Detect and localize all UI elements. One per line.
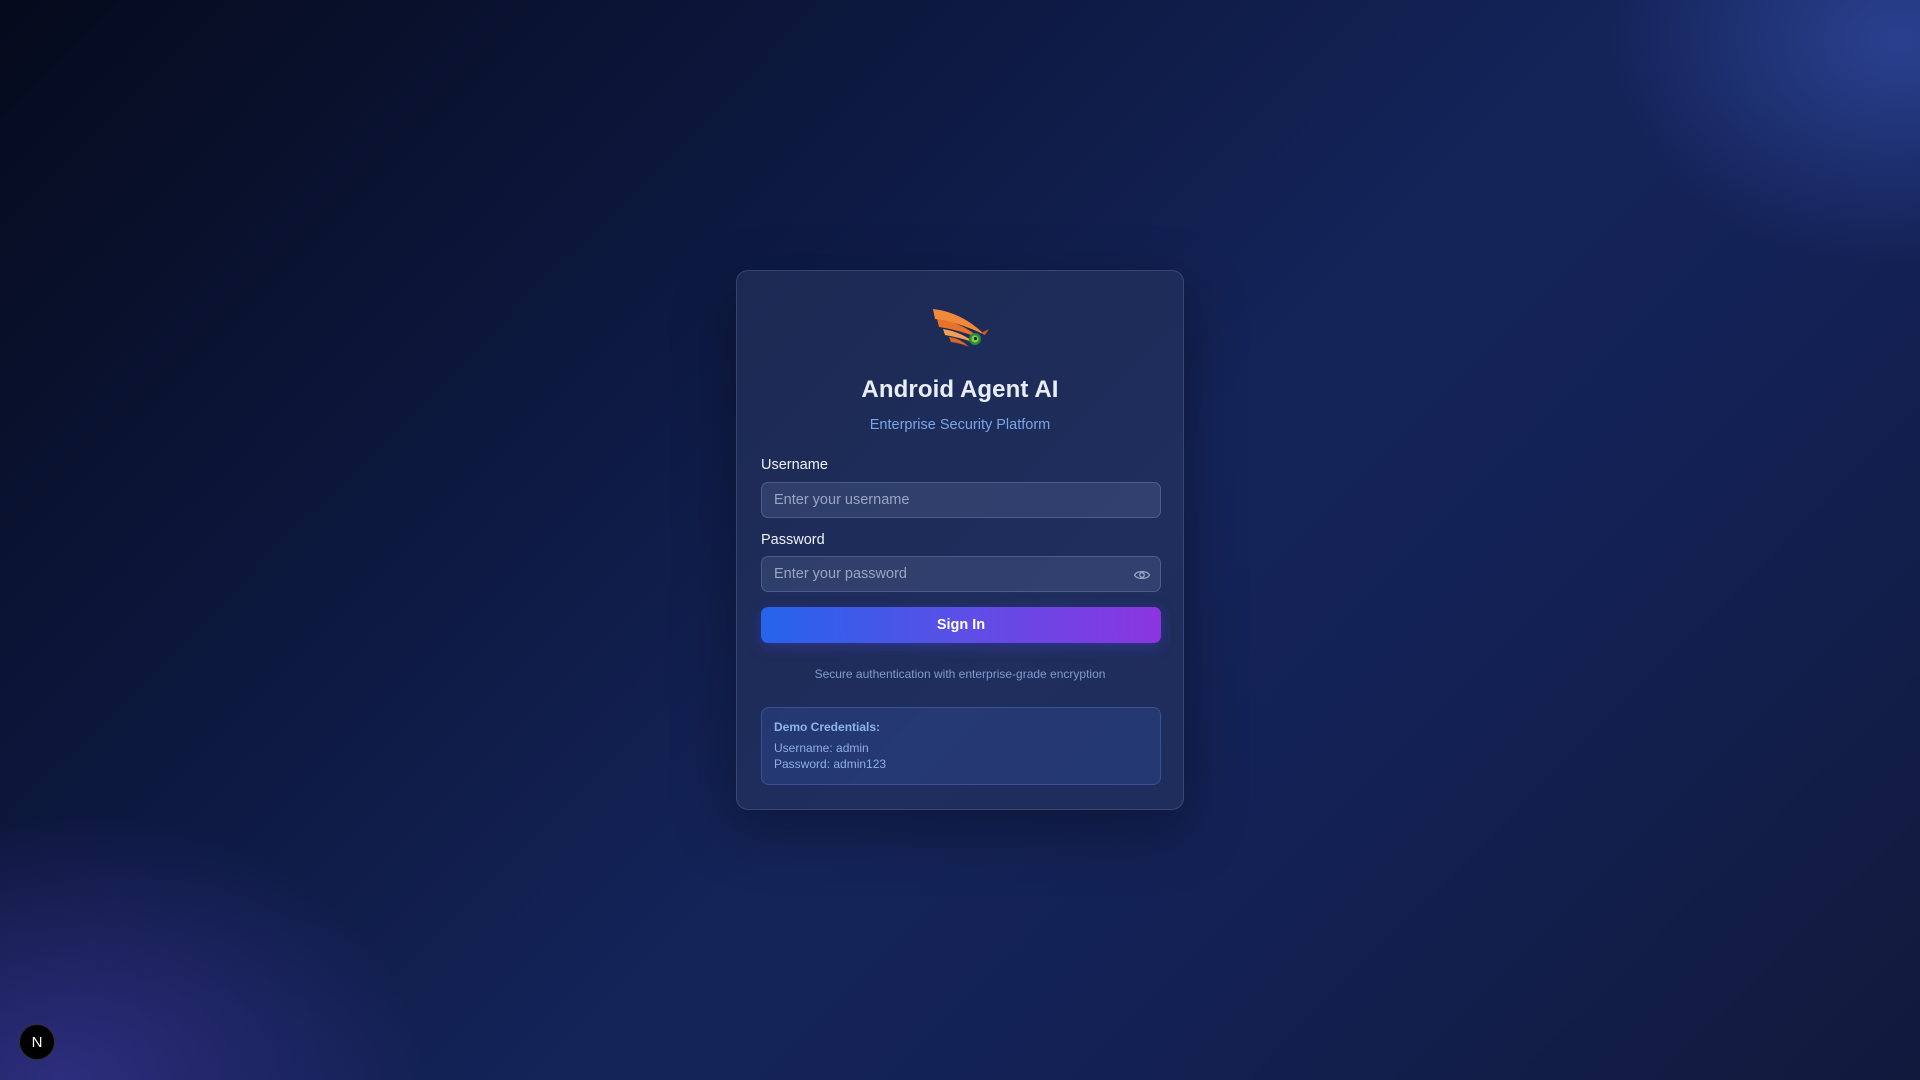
password-input[interactable] (762, 557, 1160, 591)
demo-password-line: Password: admin123 (774, 757, 887, 771)
sign-in-button[interactable]: Sign In (761, 607, 1161, 643)
eye-icon[interactable] (1133, 566, 1151, 584)
password-field-wrapper (761, 556, 1161, 592)
dev-tools-badge[interactable]: N (19, 1024, 55, 1060)
eagle-eye-logo-icon (933, 309, 989, 347)
login-card: Android Agent AI Enterprise Security Pla… (736, 270, 1184, 810)
demo-credentials-box: Demo Credentials: Username: admin Passwo… (761, 707, 1161, 785)
username-field-wrapper (761, 482, 1161, 518)
password-label: Password (761, 532, 825, 548)
demo-username-line: Username: admin (774, 741, 869, 755)
username-input[interactable] (762, 483, 1160, 517)
app-subtitle: Enterprise Security Platform (869, 417, 1051, 433)
app-title: Android Agent AI (861, 376, 1059, 403)
username-label: Username (761, 457, 828, 473)
demo-credentials-title: Demo Credentials: (774, 720, 881, 734)
security-note: Secure authentication with enterprise-gr… (814, 667, 1106, 681)
